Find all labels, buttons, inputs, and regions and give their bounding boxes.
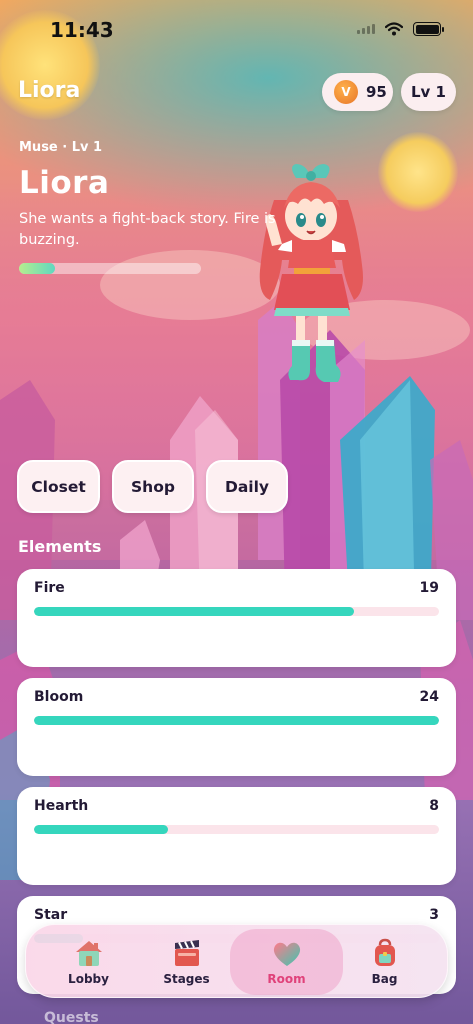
elements-section-title: Elements — [18, 537, 102, 556]
element-card-bloom[interactable]: Bloom 24 — [17, 678, 456, 776]
tab-label: Lobby — [68, 972, 109, 986]
status-time: 11:43 — [50, 18, 114, 42]
element-label: Bloom — [34, 689, 84, 705]
element-value: 24 — [419, 689, 439, 705]
level-badge[interactable]: Lv 1 — [401, 73, 456, 111]
house-icon — [75, 941, 102, 966]
backpack-icon — [374, 938, 395, 966]
daily-button[interactable]: Daily — [206, 460, 288, 513]
character-name: Liora — [19, 165, 110, 201]
element-label: Star — [34, 907, 68, 923]
tab-label: Stages — [163, 972, 210, 986]
tab-room[interactable]: Room — [230, 929, 343, 995]
heart-icon — [273, 942, 300, 966]
element-card-fire[interactable]: Fire 19 — [17, 569, 456, 667]
element-label: Hearth — [34, 798, 89, 814]
level-label: Lv 1 — [411, 83, 446, 101]
xp-progress-bar — [19, 263, 201, 274]
coin-count: 95 — [366, 83, 387, 101]
element-progress-fill — [34, 716, 439, 725]
element-progress-track — [34, 825, 439, 834]
element-value: 8 — [429, 798, 439, 814]
app-title: Liora — [18, 78, 81, 103]
element-label: Fire — [34, 580, 65, 596]
tab-bag[interactable]: Bag — [328, 929, 441, 995]
element-progress-track — [34, 607, 439, 616]
element-progress-fill — [34, 607, 354, 616]
bottom-tab-bar: Lobby Stages Room Bag — [25, 924, 448, 998]
element-progress-track — [34, 716, 439, 725]
action-buttons: Closet Shop Daily — [17, 460, 288, 513]
battery-icon — [413, 22, 444, 36]
cellular-signal-icon — [357, 24, 375, 34]
tab-lobby[interactable]: Lobby — [32, 929, 145, 995]
character-description: She wants a fight-back story. Fire is bu… — [19, 211, 276, 248]
xp-progress-fill — [19, 263, 56, 274]
character-subtitle: Muse · Lv 1 — [19, 140, 103, 155]
element-value: 19 — [419, 580, 439, 596]
tab-stages[interactable]: Stages — [130, 929, 243, 995]
tab-label: Bag — [371, 972, 398, 986]
element-card-hearth[interactable]: Hearth 8 — [17, 787, 456, 885]
element-progress-fill — [34, 825, 168, 834]
status-bar: 11:43 — [0, 0, 473, 60]
tab-label: Room — [267, 972, 306, 986]
coin-icon: V — [334, 80, 358, 104]
element-value: 3 — [429, 907, 439, 923]
coin-balance[interactable]: V 95 — [322, 73, 393, 111]
shop-button[interactable]: Shop — [112, 460, 194, 513]
wifi-icon — [385, 22, 403, 36]
character-info: Muse · Lv 1 Liora She wants a fight-back… — [19, 140, 279, 251]
closet-button[interactable]: Closet — [17, 460, 100, 513]
quests-section-title: Quests — [44, 1010, 99, 1024]
clapperboard-icon — [174, 940, 199, 966]
